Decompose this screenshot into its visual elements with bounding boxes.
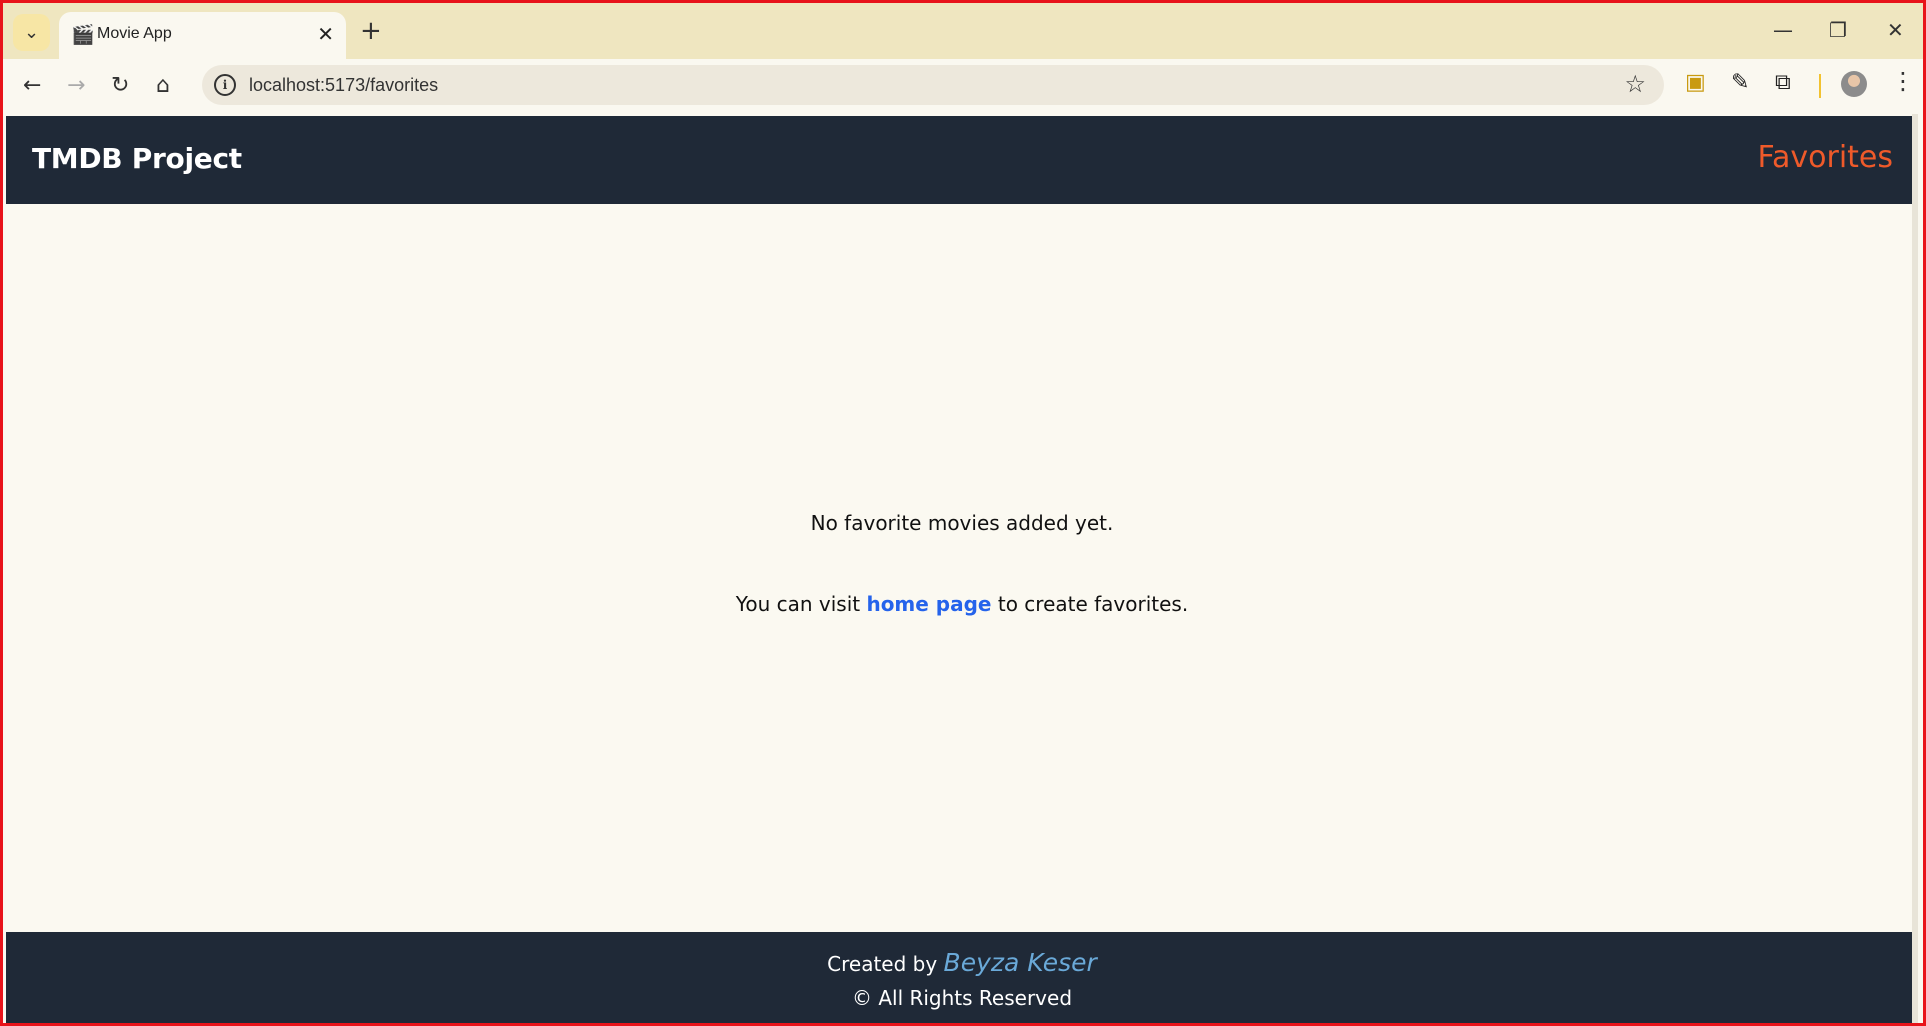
tab-search-button[interactable]: ⌄ <box>13 14 50 51</box>
browser-toolbar: ← → ↻ ⌂ i localhost:5173/favorites ☆ ▣ ✎… <box>3 59 1923 114</box>
address-bar[interactable]: i localhost:5173/favorites ☆ <box>202 65 1664 105</box>
clapperboard-icon: 🎬 <box>71 24 95 46</box>
home-icon[interactable]: ⌂ <box>156 72 170 100</box>
tab-strip: ⌄ 🎬 Movie App ✕ + — ❐ ✕ <box>3 3 1923 59</box>
favorites-content: No favorite movies added yet. You can vi… <box>6 204 1918 930</box>
close-window-icon[interactable]: ✕ <box>1887 17 1904 43</box>
hint-prefix: You can visit <box>735 592 867 616</box>
back-arrow-icon[interactable]: ← <box>23 72 41 100</box>
profile-avatar[interactable] <box>1841 71 1867 97</box>
close-icon[interactable]: ✕ <box>317 22 334 46</box>
footer-credit: Created by Beyza Keser <box>6 948 1918 977</box>
minimize-icon[interactable]: — <box>1773 17 1793 43</box>
site-footer: Created by Beyza Keser © All Rights Rese… <box>6 932 1918 1023</box>
author-name: Beyza Keser <box>943 948 1097 977</box>
browser-window: ⌄ 🎬 Movie App ✕ + — ❐ ✕ ← → ↻ ⌂ i localh… <box>0 0 1926 1026</box>
footer-rights: © All Rights Reserved <box>851 986 1073 1010</box>
reload-icon[interactable]: ↻ <box>111 72 129 100</box>
eyedropper-icon[interactable]: ✎ <box>1731 69 1749 97</box>
new-tab-button[interactable]: + <box>360 16 382 46</box>
page-viewport: TMDB Project Favorites No favorite movie… <box>6 114 1918 1023</box>
site-header: TMDB Project Favorites <box>6 116 1918 204</box>
active-tab[interactable]: 🎬 Movie App ✕ <box>59 12 346 59</box>
folder-extension-icon[interactable]: ▣ <box>1685 69 1706 97</box>
restore-icon[interactable]: ❐ <box>1829 17 1847 43</box>
empty-message: No favorite movies added yet. <box>810 511 1114 535</box>
scrollbar[interactable] <box>1912 114 1918 1023</box>
hint-message: You can visit home page to create favori… <box>6 592 1918 616</box>
brand-title[interactable]: TMDB Project <box>32 142 242 175</box>
forward-arrow-icon[interactable]: → <box>67 72 85 100</box>
hint-suffix: to create favorites. <box>991 592 1189 616</box>
home-page-link[interactable]: home page <box>866 592 991 616</box>
toolbar-divider <box>1819 74 1821 98</box>
chevron-down-icon: ⌄ <box>23 22 40 43</box>
nav-favorites-link[interactable]: Favorites <box>1757 140 1893 175</box>
puzzle-icon[interactable]: ⧉ <box>1775 69 1791 97</box>
kebab-menu-icon[interactable]: ⋮ <box>1891 67 1915 95</box>
info-icon[interactable]: i <box>214 74 236 96</box>
star-icon[interactable]: ☆ <box>1624 70 1646 98</box>
created-by-label: Created by <box>827 952 944 976</box>
url-text[interactable]: localhost:5173/favorites <box>249 75 438 96</box>
tab-title: Movie App <box>97 25 172 42</box>
